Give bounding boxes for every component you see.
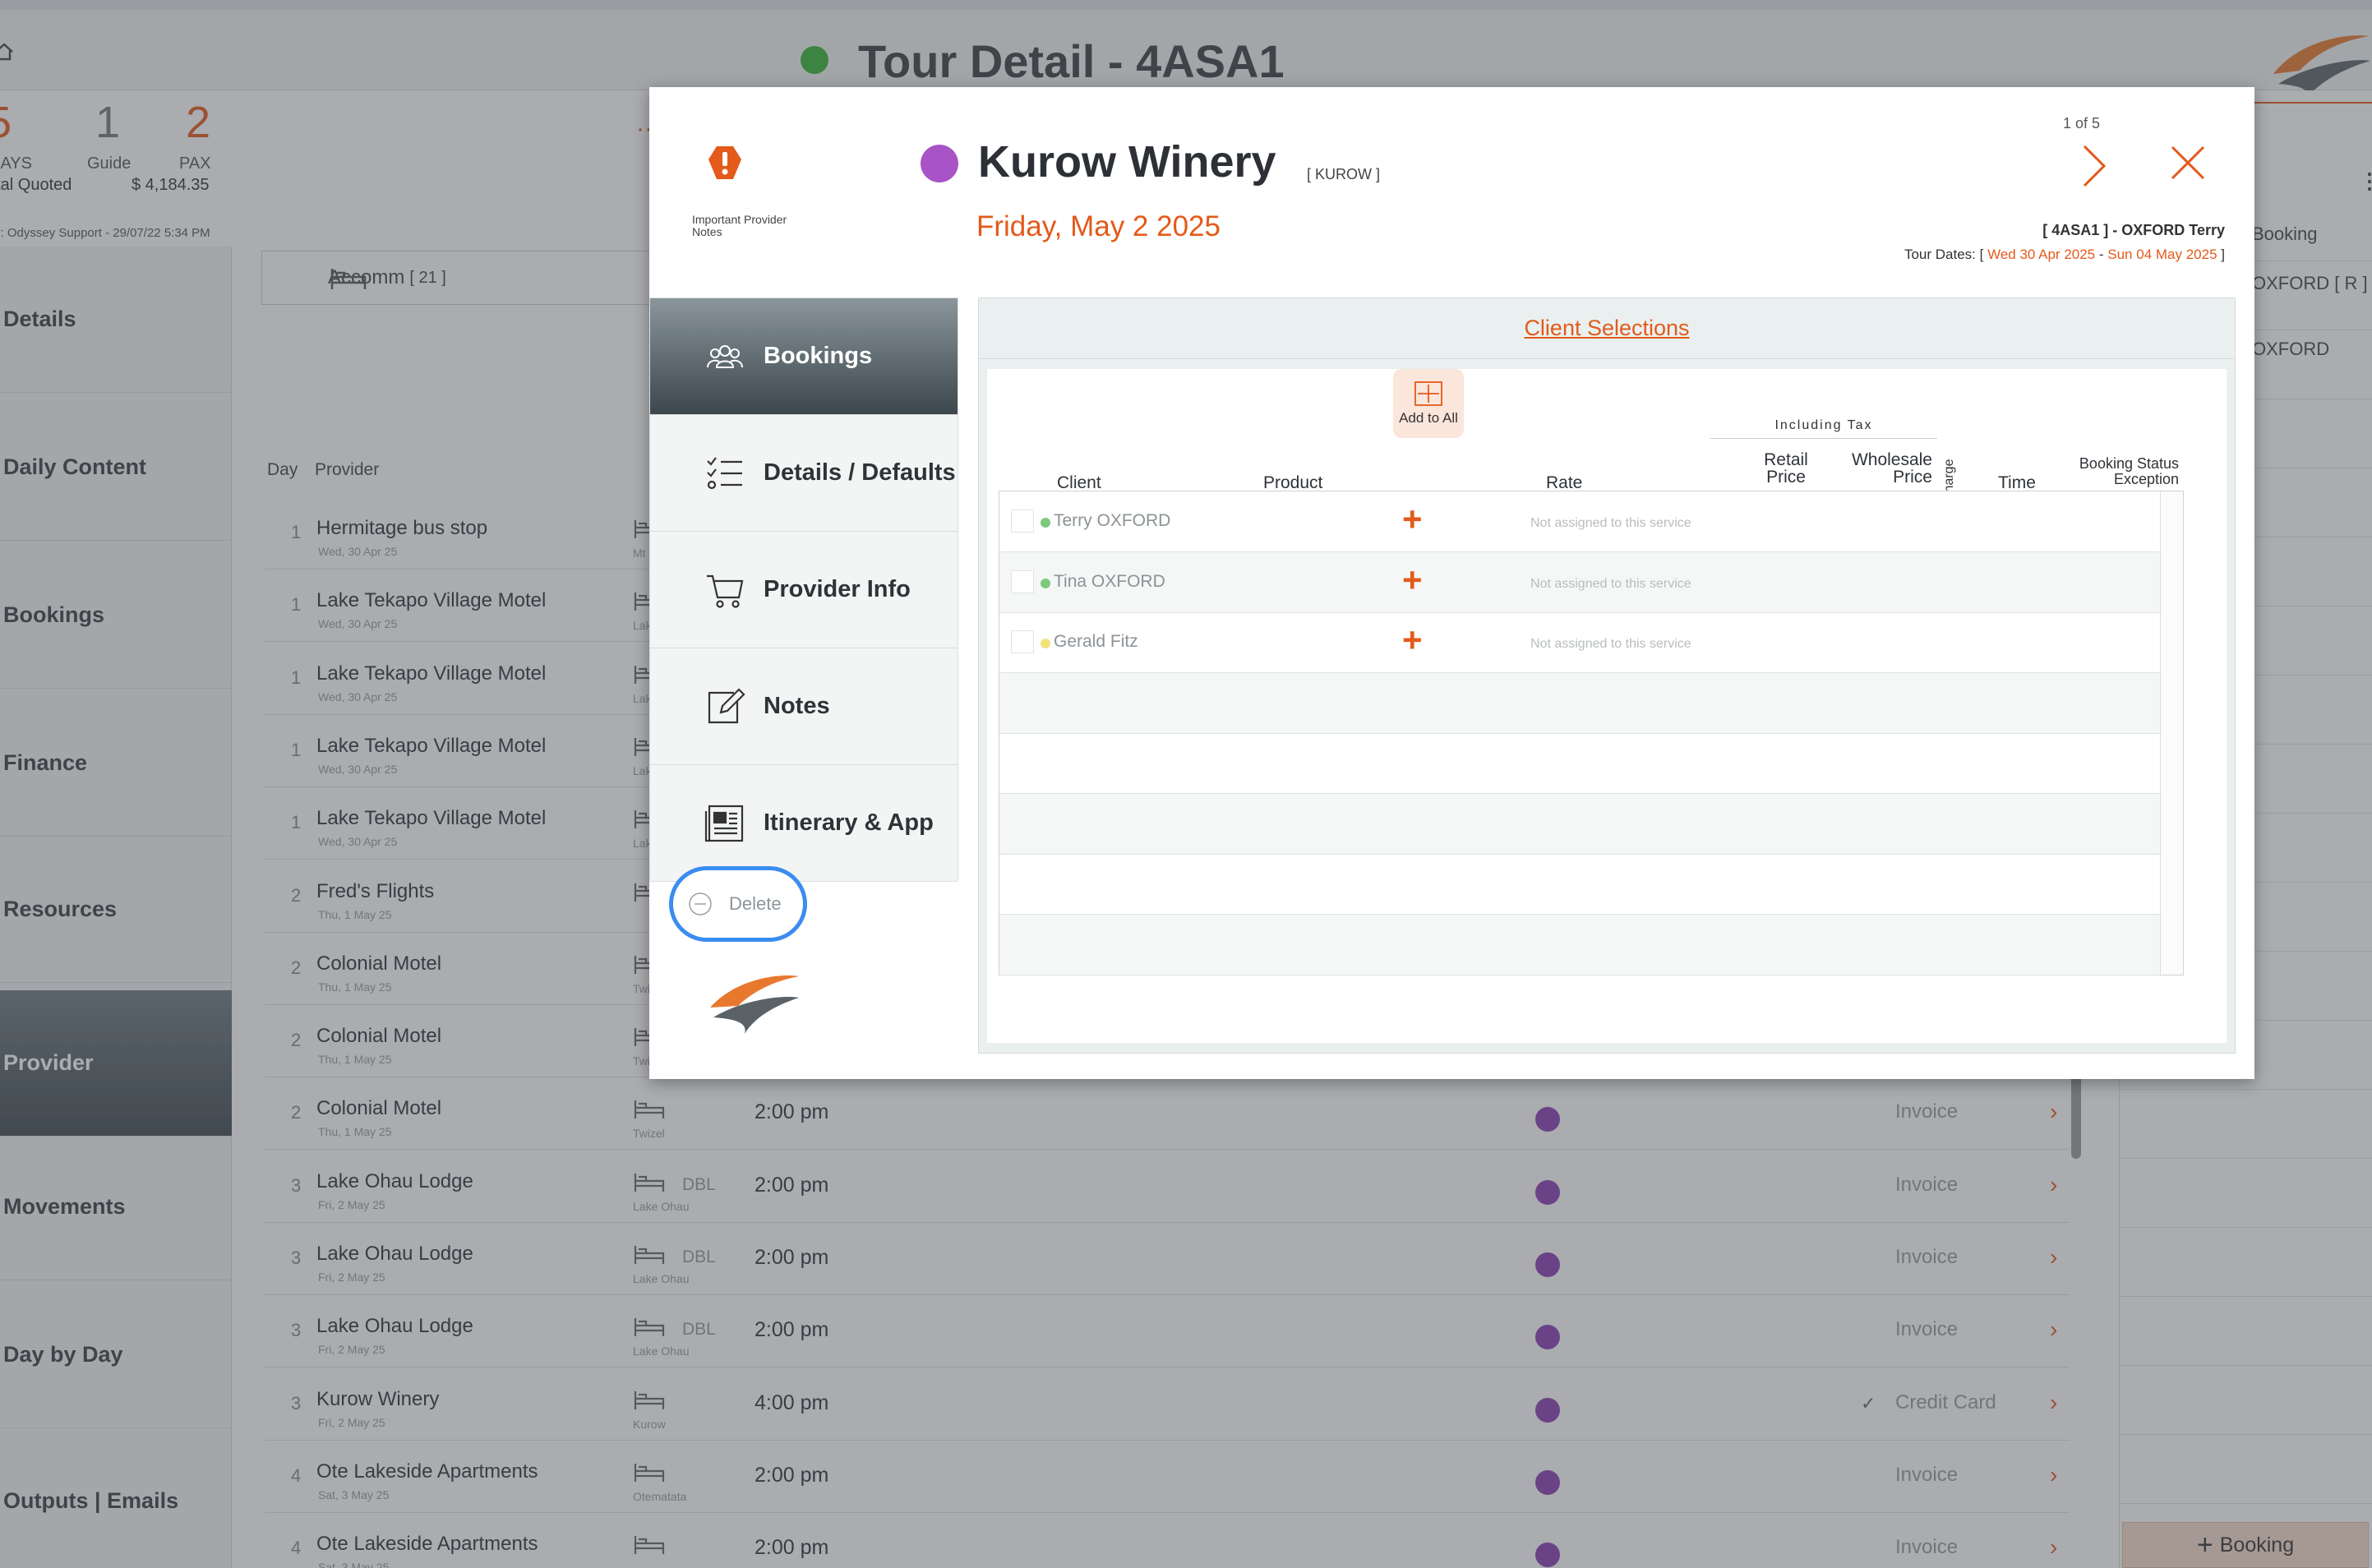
header-wholesale-price: Wholesale Price bbox=[1842, 451, 1932, 486]
client-name: Gerald Fitz bbox=[1054, 632, 1138, 651]
header-rate: Rate bbox=[1546, 473, 1583, 492]
add-product-icon[interactable]: + bbox=[1402, 501, 1423, 537]
newspaper-icon bbox=[704, 805, 744, 842]
client-status-dot bbox=[1041, 639, 1050, 648]
empty-row bbox=[999, 793, 2160, 855]
checklist-icon bbox=[707, 456, 742, 489]
modal-tab-bookings-label: Bookings bbox=[764, 343, 873, 369]
header-wholesale-line1: Wholesale bbox=[1851, 450, 1932, 469]
close-icon[interactable] bbox=[2170, 145, 2206, 181]
empty-row bbox=[999, 672, 2160, 734]
important-notes-label: Important Provider Notes bbox=[692, 213, 787, 238]
modal-tab-provider-info[interactable]: Provider Info bbox=[650, 532, 958, 648]
header-time: Time bbox=[1998, 473, 2036, 492]
modal-tab-itinerary-app[interactable]: Itinerary & App bbox=[650, 765, 958, 882]
header-status-line2: Exception bbox=[2113, 471, 2179, 487]
tour-end-date: Sun 04 May 2025 bbox=[2107, 247, 2217, 262]
add-product-icon[interactable]: + bbox=[1402, 561, 1423, 598]
client-name: Tina OXFORD bbox=[1054, 571, 1165, 591]
client-status-dot bbox=[1041, 518, 1050, 528]
header-booking-status: Booking Status Exception bbox=[2064, 456, 2179, 487]
client-checkbox[interactable] bbox=[1011, 510, 1034, 533]
tour-start-date: Wed 30 Apr 2025 bbox=[1987, 247, 2096, 262]
including-tax-label: Including Tax bbox=[1710, 418, 1937, 439]
tour-reference: [ 4ASA1 ] - OXFORD Terry bbox=[2042, 222, 2225, 238]
header-product: Product bbox=[1263, 473, 1323, 492]
pager-text: 1 of 5 bbox=[2063, 115, 2101, 131]
edit-icon bbox=[708, 687, 745, 723]
empty-row bbox=[999, 733, 2160, 794]
tour-dates-separator: - bbox=[2098, 247, 2108, 262]
client-row: Terry OXFORD + Not assigned to this servic… bbox=[999, 491, 2160, 552]
booking-date: Friday, May 2 2025 bbox=[976, 210, 1221, 242]
header-client: Client bbox=[1057, 473, 1101, 492]
header-retail-line1: Retail bbox=[1764, 450, 1808, 469]
modal-tab-provider-info-label: Provider Info bbox=[764, 576, 911, 602]
booking-detail-modal: Important Provider Notes Kurow Winery [ … bbox=[649, 87, 2254, 1079]
client-row: Gerald Fitz + Not assigned to this service bbox=[999, 612, 2160, 673]
brand-logo bbox=[710, 975, 799, 1034]
tour-dates-end: ] bbox=[2221, 247, 2225, 262]
modal-tab-details-defaults[interactable]: Details / Defaults bbox=[650, 415, 958, 532]
people-icon bbox=[707, 344, 743, 368]
client-name: Terry OXFORD bbox=[1054, 511, 1171, 530]
add-to-all-label: Add to All bbox=[1399, 410, 1458, 426]
provider-status-dot bbox=[921, 145, 958, 182]
client-selections-title[interactable]: Client Selections bbox=[979, 298, 2235, 359]
header-wholesale-line2: Price bbox=[1893, 468, 1932, 487]
header-status-line1: Booking Status bbox=[2079, 455, 2179, 472]
grid-scrollbar[interactable] bbox=[2160, 491, 2183, 975]
modal-tab-notes[interactable]: Notes bbox=[650, 648, 958, 765]
client-rate: Not assigned to this service bbox=[1530, 516, 1691, 530]
delete-label: Delete bbox=[729, 893, 782, 914]
header-retail-price: Retail Price bbox=[1761, 451, 1811, 486]
client-grid: Terry OXFORD + Not assigned to this servic… bbox=[999, 491, 2184, 975]
provider-code: [ KUROW ] bbox=[1307, 166, 1380, 182]
tour-dates-label: Tour Dates: [ bbox=[1904, 247, 1984, 262]
client-selections-panel: Client Selections Add to All Including T… bbox=[978, 297, 2236, 1054]
provider-name: Kurow Winery bbox=[978, 137, 1276, 187]
client-checkbox[interactable] bbox=[1011, 570, 1034, 593]
tour-dates: Tour Dates: [ Wed 30 Apr 2025 - Sun 04 M… bbox=[1904, 247, 2225, 263]
client-row: Tina OXFORD + Not assigned to this service bbox=[999, 551, 2160, 613]
modal-tab-notes-label: Notes bbox=[764, 693, 830, 719]
client-rate: Not assigned to this service bbox=[1530, 576, 1691, 591]
warning-icon[interactable] bbox=[708, 145, 741, 181]
add-product-icon[interactable]: + bbox=[1402, 622, 1423, 658]
modal-tab-details-label: Details / Defaults bbox=[764, 459, 956, 486]
add-to-all-button[interactable]: Add to All bbox=[1393, 369, 1464, 438]
add-box-icon bbox=[1414, 381, 1442, 406]
header-retail-line2: Price bbox=[1766, 468, 1806, 487]
modal-tab-bookings[interactable]: Bookings bbox=[650, 298, 958, 415]
modal-tab-itinerary-label: Itinerary & App bbox=[764, 809, 934, 836]
client-status-dot bbox=[1041, 578, 1050, 588]
cart-icon bbox=[707, 574, 744, 608]
next-chevron-icon[interactable] bbox=[2079, 143, 2107, 189]
modal-nav: Bookings Details / Defaults Provider Inf… bbox=[649, 297, 958, 882]
minus-circle-icon bbox=[689, 892, 712, 915]
empty-row bbox=[999, 854, 2160, 915]
client-rate: Not assigned to this service bbox=[1530, 637, 1691, 651]
empty-row bbox=[999, 914, 2160, 975]
delete-button[interactable]: Delete bbox=[669, 866, 807, 942]
client-checkbox[interactable] bbox=[1011, 630, 1034, 653]
client-selections-table: Add to All Including Tax Client Product … bbox=[987, 369, 2227, 1043]
